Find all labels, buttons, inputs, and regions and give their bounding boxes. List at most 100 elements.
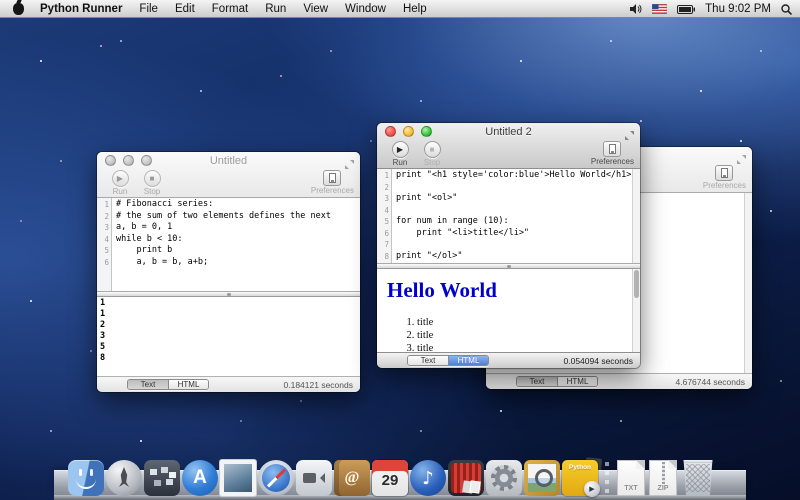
menu-bar: Python Runner File Edit Format Run View Windo… — [0, 0, 800, 18]
elapsed-time: 4.676744 seconds — [676, 377, 745, 387]
tab-html[interactable]: HTML — [168, 380, 208, 389]
window-untitled[interactable]: Untitled ▶ Run ■ Stop — [97, 152, 360, 392]
us-flag-icon[interactable] — [652, 4, 667, 14]
menu-item[interactable]: Edit — [175, 3, 195, 15]
scrollbar[interactable] — [632, 269, 640, 352]
menu-item[interactable]: Format — [212, 3, 248, 15]
title-bar[interactable]: Untitled 2 — [377, 123, 640, 140]
code-line: 1 # Fibonacci series: — [97, 199, 352, 211]
dock-icon[interactable] — [448, 460, 484, 496]
output-line: 1 — [100, 309, 360, 320]
code-text: for num in range (10): — [392, 216, 509, 228]
code-line: 5 for num in range (10): — [377, 216, 632, 228]
list-item: title — [417, 342, 630, 352]
tab-html[interactable]: HTML — [557, 377, 597, 386]
dock-icon[interactable]: 29 — [372, 460, 408, 496]
menu-item[interactable]: Run — [265, 3, 286, 15]
code-text: while b < 10: — [112, 234, 183, 246]
code-text — [392, 182, 396, 194]
code-text: print "<li>title</li>" — [392, 228, 529, 240]
line-number: 6 — [97, 257, 112, 269]
line-number: 5 — [377, 216, 392, 228]
code-line: 5 print b — [97, 245, 352, 257]
dock-icon[interactable] — [600, 460, 614, 496]
dock-icon[interactable] — [410, 460, 446, 496]
dock-icon[interactable] — [296, 460, 332, 496]
code-line: 4 — [377, 205, 632, 217]
stop-button[interactable]: ■ Stop — [137, 170, 167, 196]
code-line: 2 # the sum of two elements defines the … — [97, 211, 352, 223]
code-text: print "</ol>" — [392, 251, 463, 263]
dock-icon-label: TXT — [616, 485, 646, 492]
run-button[interactable]: ▶ Run — [385, 141, 415, 167]
dock-icon[interactable] — [680, 460, 716, 496]
play-icon: ▶ — [112, 170, 129, 187]
preferences-icon — [721, 168, 728, 178]
close-button[interactable] — [385, 126, 396, 137]
tab-text[interactable]: Text — [517, 377, 557, 386]
output-line: 1 — [100, 298, 360, 309]
scrollbar-thumb[interactable] — [634, 270, 639, 298]
dock-icon[interactable] — [68, 460, 104, 496]
preferences-icon — [329, 173, 336, 183]
dock-icon[interactable] — [258, 460, 294, 496]
zoom-button[interactable] — [421, 126, 432, 137]
volume-icon[interactable] — [630, 4, 642, 14]
code-line: 6 a, b = b, a+b; — [97, 257, 352, 269]
apple-menu-icon[interactable] — [13, 3, 24, 15]
preferences-button[interactable]: Preferences — [703, 165, 746, 190]
dock-icon[interactable]: Python — [562, 460, 598, 496]
minimize-button[interactable] — [403, 126, 414, 137]
code-line: 7 — [377, 239, 632, 251]
close-button[interactable] — [105, 155, 116, 166]
menu-item[interactable]: View — [303, 3, 328, 15]
spotlight-icon[interactable] — [781, 4, 792, 15]
tab-text[interactable]: Text — [408, 356, 448, 365]
toolbar: ▶ Run ■ Stop Preferences — [97, 169, 360, 197]
run-button[interactable]: ▶ Run — [105, 170, 135, 196]
list-item: title — [417, 316, 630, 329]
title-bar[interactable]: Untitled — [97, 152, 360, 169]
dock-icon[interactable] — [106, 460, 142, 496]
dock-icon[interactable] — [486, 460, 522, 496]
line-number: 3 — [377, 193, 392, 205]
menu-app-name[interactable]: Python Runner — [40, 3, 122, 15]
zoom-button[interactable] — [141, 155, 152, 166]
tab-text[interactable]: Text — [128, 380, 168, 389]
scrollbar[interactable] — [632, 169, 640, 263]
rendered-heading: Hello World — [387, 278, 630, 303]
preferences-button[interactable]: Preferences — [591, 141, 634, 166]
output-line: 5 — [100, 342, 360, 353]
dock-icon[interactable] — [334, 460, 370, 496]
tab-html[interactable]: HTML — [448, 356, 488, 365]
stop-button[interactable]: ■ Stop — [417, 141, 447, 167]
output-pane[interactable]: 112358 — [97, 297, 360, 376]
window-untitled-2[interactable]: Untitled 2 ▶ Run ■ Stop — [377, 123, 640, 368]
dock-icon[interactable] — [524, 460, 560, 496]
elapsed-time: 0.184121 seconds — [284, 380, 353, 390]
output-line: 2 — [100, 320, 360, 331]
output-mode-tabs: Text HTML — [516, 376, 598, 387]
menu-item[interactable]: Help — [403, 3, 427, 15]
menu-item[interactable]: Window — [345, 3, 386, 15]
scrollbar[interactable] — [744, 193, 752, 373]
code-editor[interactable]: 1 print "<h1 style='color:blue'>Hello Wo… — [377, 169, 640, 263]
dock-icon[interactable]: TXT — [616, 460, 646, 496]
menu-clock[interactable]: Thu 9:02 PM — [705, 3, 771, 15]
code-editor[interactable]: 1 # Fibonacci series: 2 # the sum of two… — [97, 198, 360, 291]
minimize-button[interactable] — [123, 155, 134, 166]
dock-icon[interactable] — [220, 460, 256, 496]
dock-icon[interactable] — [182, 460, 218, 496]
splitter-handle-icon — [227, 293, 231, 296]
output-pane[interactable]: Hello World titletitletitletitletitletit… — [377, 269, 640, 352]
bottom-bar: Text HTML 0.184121 seconds — [97, 376, 360, 392]
battery-icon[interactable] — [677, 5, 695, 14]
bottom-bar: Text HTML 0.054094 seconds — [377, 352, 640, 368]
code-text — [392, 205, 396, 217]
dock-icon[interactable] — [144, 460, 180, 496]
line-number: 8 — [377, 251, 392, 263]
dock-icon[interactable]: ZIP — [648, 460, 678, 496]
menu-item[interactable]: File — [139, 3, 158, 15]
preferences-button[interactable]: Preferences — [311, 170, 354, 195]
code-text: print "<h1 style='color:blue'>Hello Worl… — [392, 170, 637, 182]
